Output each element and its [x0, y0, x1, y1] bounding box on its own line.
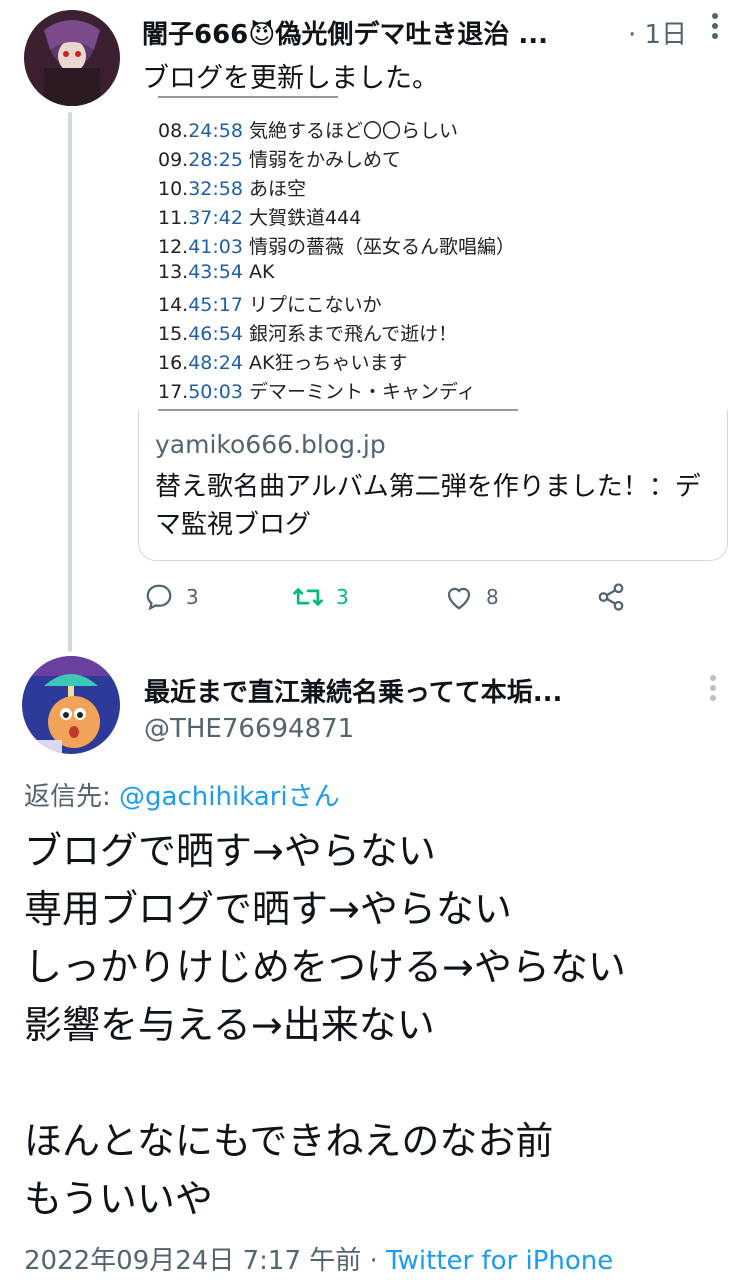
- avatar[interactable]: [24, 10, 120, 106]
- like-count: 8: [486, 585, 499, 609]
- reply-to-prefix: 返信先:: [24, 782, 120, 812]
- tweet-time[interactable]: · 1日: [628, 14, 687, 51]
- track-row: 08.24:58 気絶するほど〇〇らしい: [158, 120, 459, 142]
- reply-to: 返信先: @gachihikariさん: [24, 776, 340, 813]
- tweet-timestamp[interactable]: 2022年09月24日 7:17 午前: [24, 1246, 361, 1276]
- thread-line: [68, 112, 72, 652]
- track-row: 17.50:03 デマーミント・キャンディ: [158, 381, 476, 403]
- reply-button[interactable]: 3: [144, 582, 199, 612]
- card-title: 替え歌名曲アルバム第二弾を作りました！：デマ監視ブログ: [155, 472, 701, 540]
- track-row: 09.28:25 情弱をかみしめて: [158, 149, 402, 171]
- author-name[interactable]: 最近まで直江兼続名乗ってて本垢...: [144, 672, 684, 709]
- more-options-icon[interactable]: [704, 670, 722, 710]
- tweet-source[interactable]: Twitter for iPhone: [386, 1246, 613, 1276]
- tweet-meta: 2022年09月24日 7:17 午前 · Twitter for iPhone: [24, 1240, 613, 1277]
- track-row: 13.43:54 AK: [158, 261, 275, 283]
- retweet-count: 3: [336, 585, 349, 609]
- avatar[interactable]: [22, 656, 120, 754]
- meta-separator: ·: [361, 1246, 387, 1276]
- track-row: 11.37:42 大賀鉄道444: [158, 207, 362, 229]
- tracklist-image[interactable]: 08.24:58 気絶するほど〇〇らしい 09.28:25 情弱をかみしめて 1…: [148, 94, 728, 412]
- like-button[interactable]: 8: [444, 582, 499, 612]
- link-card[interactable]: yamiko666.blog.jp 替え歌名曲アルバム第二弾を作りました！：デマ…: [138, 410, 728, 561]
- retweet-button[interactable]: 3: [292, 582, 349, 612]
- heart-icon: [447, 587, 471, 610]
- card-domain: yamiko666.blog.jp: [155, 430, 386, 459]
- share-button[interactable]: [596, 582, 626, 612]
- retweet-icon: [293, 588, 323, 606]
- more-options-icon[interactable]: [706, 8, 724, 51]
- reply-to-user[interactable]: @gachihikariさん: [119, 782, 340, 812]
- tweet-text: ブログを更新しました。: [142, 63, 439, 94]
- reply-icon: [146, 584, 172, 611]
- track-row: 14.45:17 リプにこないか: [158, 294, 382, 316]
- tweet-text: ブログで晒す→やらない 専用ブログで晒す→やらない しっかりけじめをつける→やら…: [24, 829, 626, 1221]
- reply-count: 3: [186, 585, 199, 609]
- track-row: 12.41:03 情弱の薔薇（巫女るん歌唱編）: [158, 236, 516, 258]
- track-row: 10.32:58 あほ空: [158, 178, 307, 200]
- share-icon: [598, 583, 624, 611]
- track-row: 15.46:54 銀河系まで飛んで逝け！: [158, 323, 458, 345]
- author-handle[interactable]: @THE76694871: [144, 714, 354, 744]
- author-name[interactable]: 闇子666😈偽光側デマ吐き退治 ...: [142, 14, 612, 51]
- track-row: 16.48:24 AK狂っちゃいます: [158, 352, 408, 374]
